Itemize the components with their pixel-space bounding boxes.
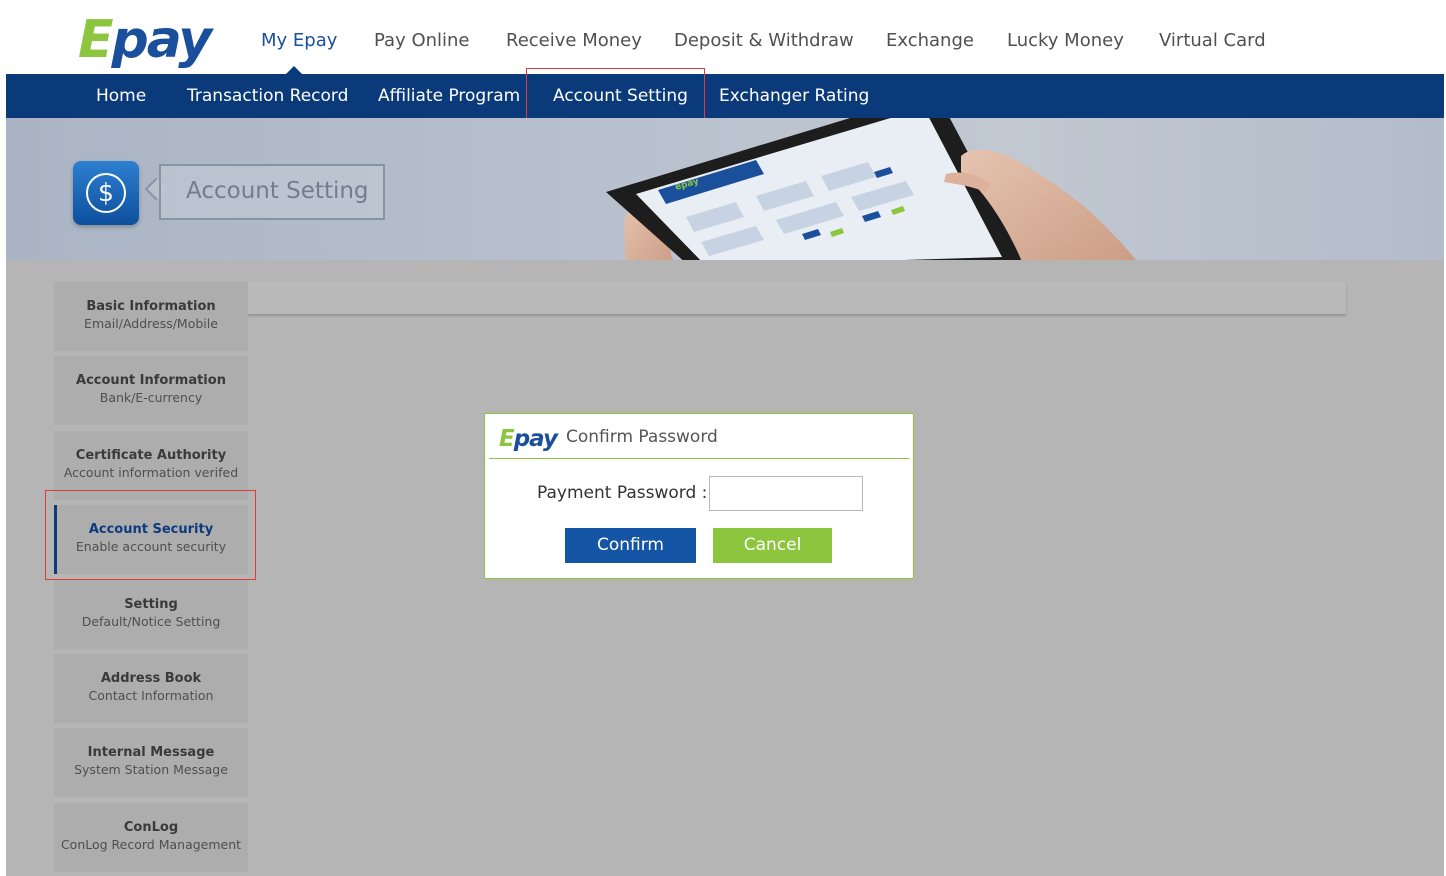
banner: $ Account Setting epay — [6, 118, 1444, 260]
dollar-circle-icon: $ — [73, 161, 139, 225]
payment-password-input[interactable] — [709, 476, 863, 511]
sub-nav: Home Transaction Record Affiliate Progra… — [6, 74, 1444, 118]
sidebar-item-subtitle: Default/Notice Setting — [81, 614, 221, 629]
top-nav-deposit-withdraw[interactable]: Deposit & Withdraw — [674, 30, 854, 51]
sidebar-item-subtitle: ConLog Record Management — [60, 837, 242, 852]
sub-nav-affiliate-program[interactable]: Affiliate Program — [378, 86, 520, 106]
cancel-button[interactable]: Cancel — [713, 528, 832, 563]
sidebar-item-conlog[interactable]: ConLog ConLog Record Management — [54, 803, 248, 872]
sidebar-item-subtitle: Email/Address/Mobile — [84, 316, 218, 331]
sidebar-item-title: Internal Message — [87, 745, 215, 760]
sidebar-item-title: ConLog — [123, 820, 179, 835]
sidebar-item-subtitle: System Station Message — [74, 762, 228, 777]
confirm-password-dialog: Epay Confirm Password Payment Password :… — [484, 413, 914, 579]
sidebar-item-account-information[interactable]: Account Information Bank/E-currency — [54, 356, 248, 425]
banner-title: Account Setting — [186, 178, 369, 204]
svg-text:Epay: Epay — [499, 426, 559, 451]
svg-text:Epay: Epay — [78, 13, 214, 69]
tablet-illustration: epay — [606, 118, 1137, 260]
account-security-highlight-box — [45, 490, 256, 580]
epay-logo[interactable]: Epay — [76, 13, 226, 69]
content-header-bar — [248, 282, 1346, 314]
sidebar-item-title: Address Book — [100, 671, 202, 686]
sidebar-item-title: Basic Information — [86, 299, 216, 314]
sidebar-item-subtitle: Bank/E-currency — [99, 390, 203, 405]
top-nav-lucky-money[interactable]: Lucky Money — [1007, 30, 1124, 51]
sidebar-item-address-book[interactable]: Address Book Contact Information — [54, 654, 248, 723]
sidebar-item-title: Account Information — [76, 373, 226, 388]
page: Epay My Epay Pay Online Receive Money De… — [6, 8, 1444, 876]
top-nav: Epay My Epay Pay Online Receive Money De… — [6, 8, 1444, 75]
confirm-button[interactable]: Confirm — [565, 528, 696, 563]
sub-nav-exchanger-rating[interactable]: Exchanger Rating — [719, 86, 869, 106]
sidebar-item-title: Setting — [124, 597, 178, 612]
sub-nav-home[interactable]: Home — [96, 86, 146, 106]
dialog-header: Epay Confirm Password — [489, 424, 909, 459]
sub-nav-transaction-record[interactable]: Transaction Record — [187, 86, 348, 106]
dialog-title: Confirm Password — [566, 427, 718, 447]
sidebar-item-title: Certificate Authority — [75, 448, 227, 463]
epay-logo: Epay — [499, 426, 560, 451]
top-nav-my-epay[interactable]: My Epay — [261, 30, 337, 51]
sidebar-item-subtitle: Contact Information — [88, 688, 214, 703]
sidebar-item-internal-message[interactable]: Internal Message System Station Message — [54, 728, 248, 797]
sidebar-item-subtitle: Account information verifed — [63, 465, 239, 480]
payment-password-label: Payment Password : — [537, 483, 708, 503]
top-nav-receive-money[interactable]: Receive Money — [506, 30, 642, 51]
sidebar-item-basic-information[interactable]: Basic Information Email/Address/Mobile — [54, 282, 248, 351]
sidebar-item-setting[interactable]: Setting Default/Notice Setting — [54, 580, 248, 649]
top-nav-virtual-card[interactable]: Virtual Card — [1159, 30, 1266, 51]
top-nav-exchange[interactable]: Exchange — [886, 30, 974, 51]
top-nav-pay-online[interactable]: Pay Online — [374, 30, 470, 51]
